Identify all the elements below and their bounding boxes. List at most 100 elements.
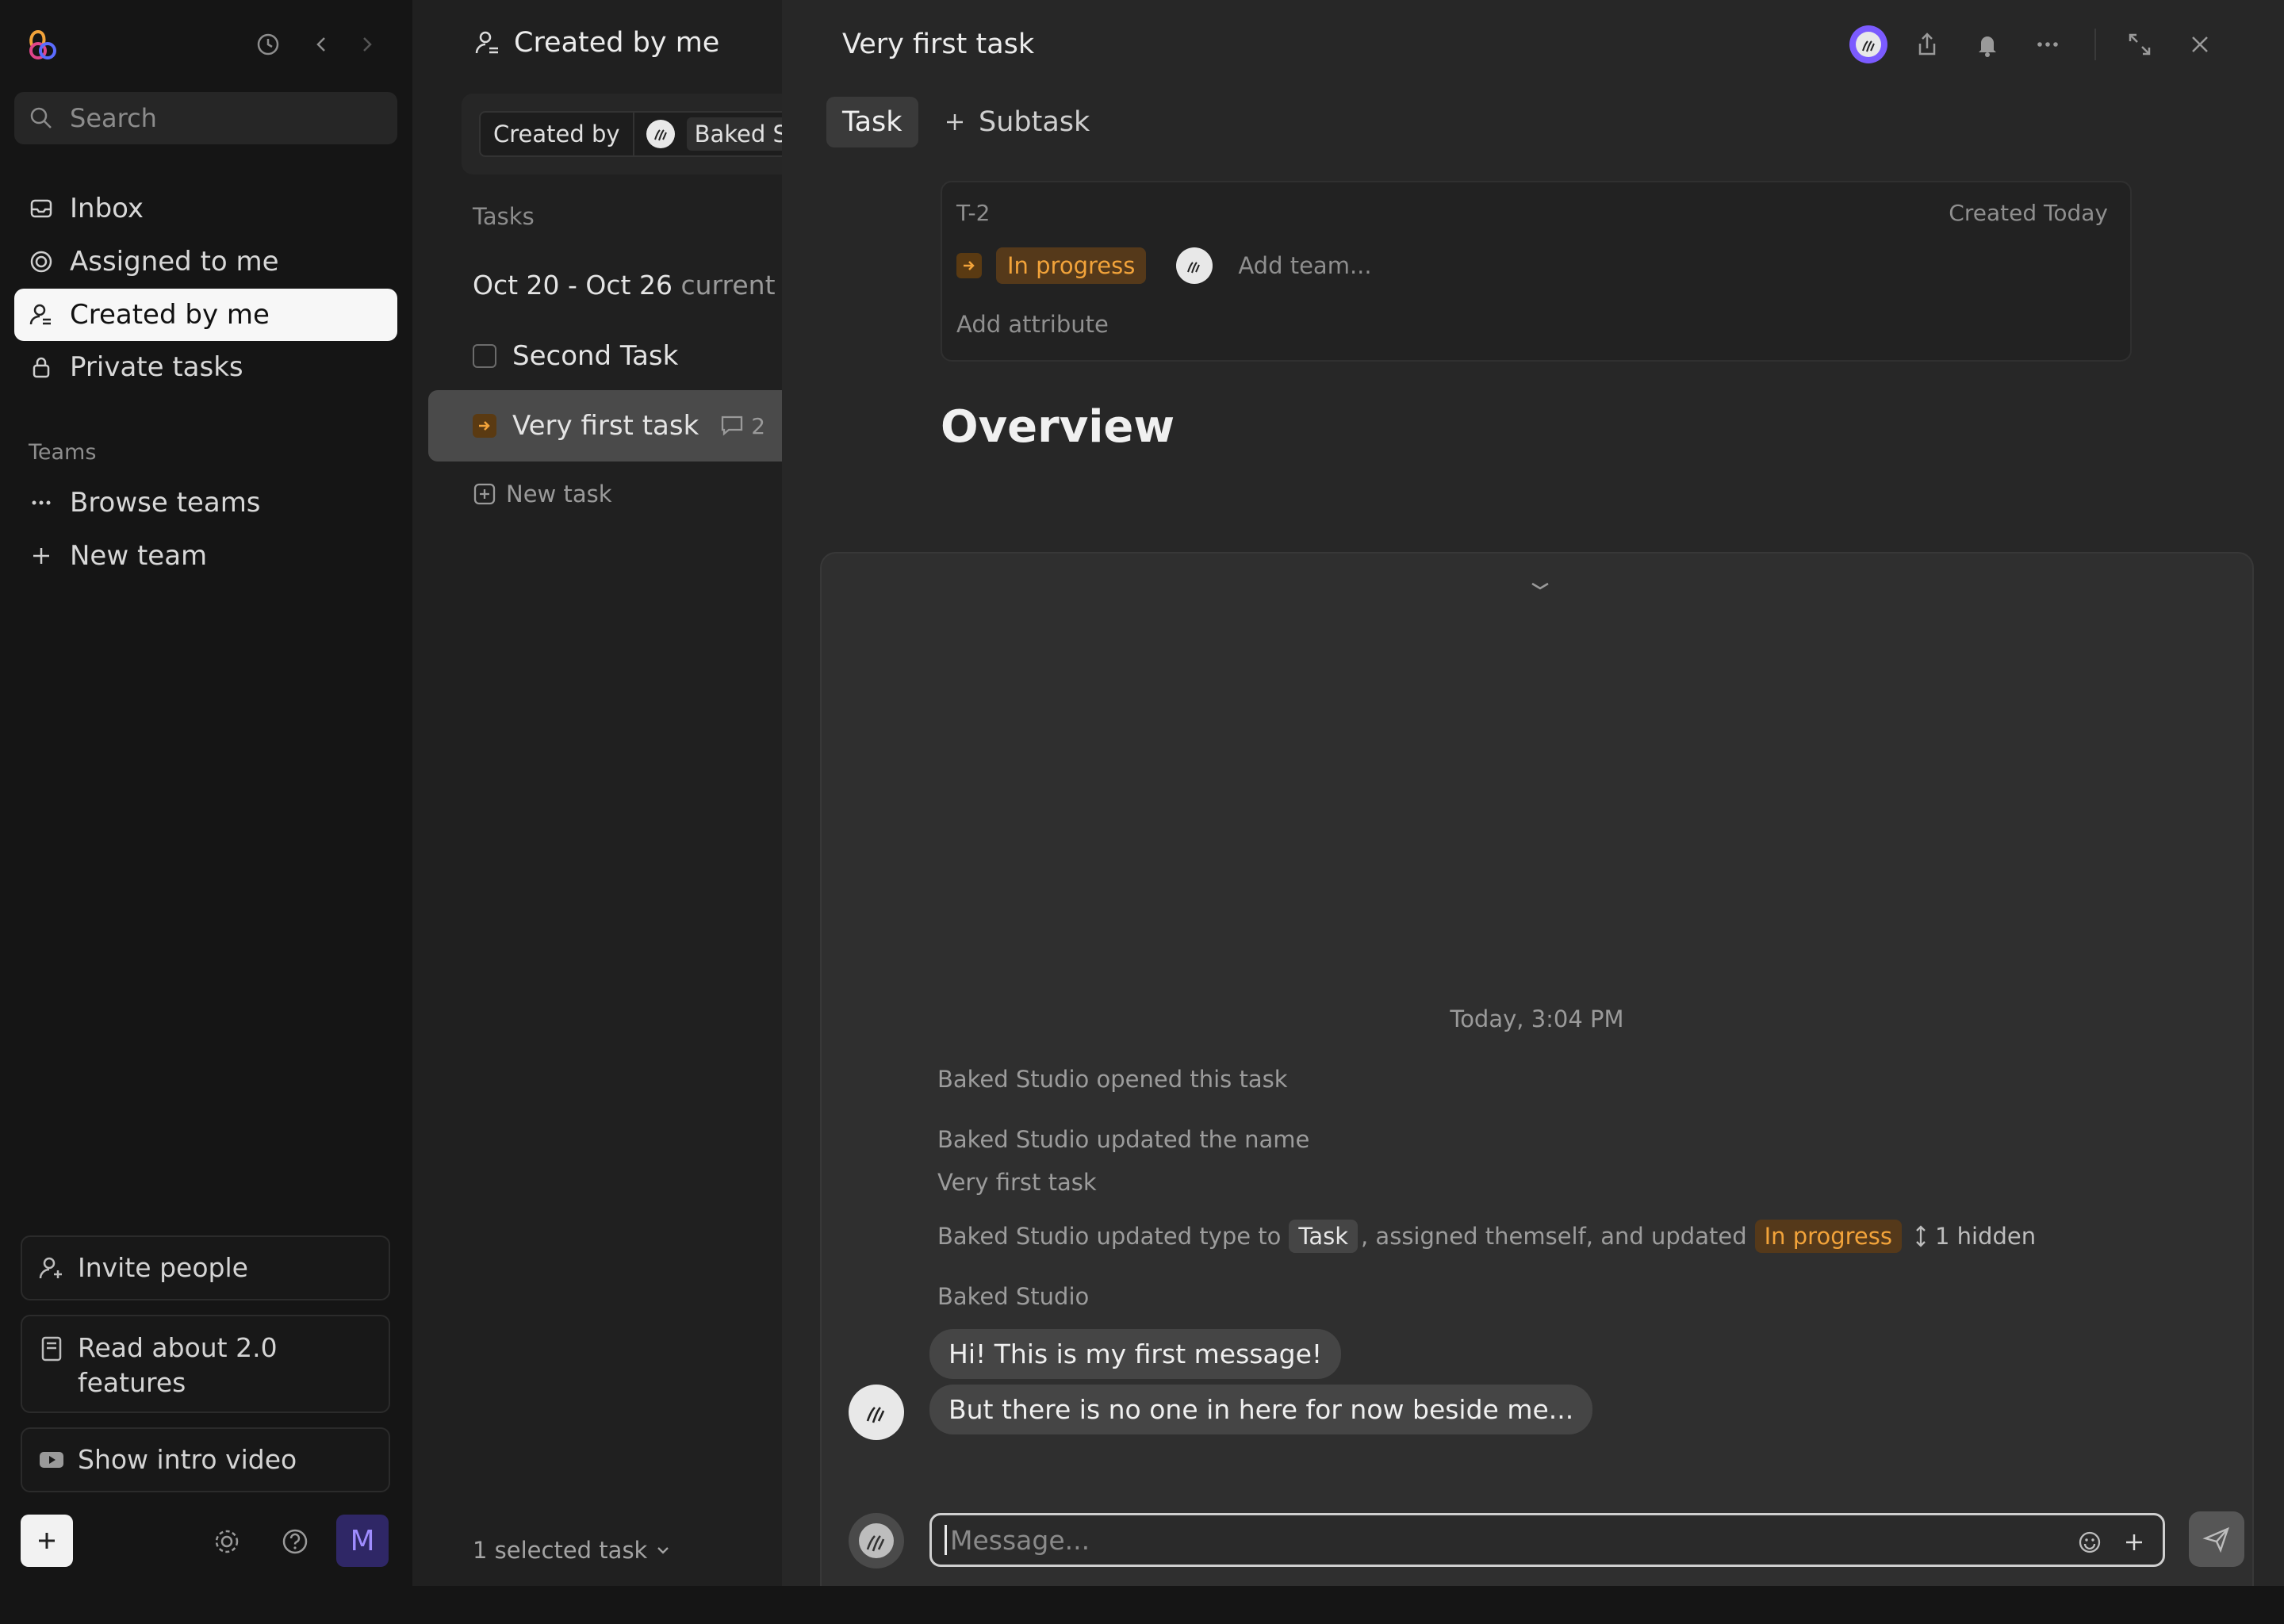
expand-vertical-icon <box>1913 1224 1929 1249</box>
comment-icon <box>719 414 745 438</box>
message-bubble[interactable]: But there is no one in here for now besi… <box>929 1385 1593 1434</box>
settings-gear-icon[interactable] <box>209 1524 244 1559</box>
assignee-avatar[interactable] <box>1849 25 1887 63</box>
week-group-header[interactable]: Oct 20 - Oct 26 current week <box>473 270 782 301</box>
message-author: Baked Studio <box>937 1283 1090 1310</box>
text-caret <box>945 1525 947 1555</box>
avatar <box>646 119 676 149</box>
activity-entry: Baked Studio opened this task <box>937 1066 1288 1093</box>
in-progress-status-icon[interactable] <box>473 414 496 438</box>
message-input[interactable]: Message... <box>929 1513 2165 1567</box>
emoji-icon[interactable] <box>2074 1526 2106 1558</box>
task-row[interactable]: Second Task <box>428 320 782 392</box>
comment-count-value: 2 <box>751 412 766 439</box>
add-team-button[interactable]: Add team... <box>1238 252 1371 279</box>
avatar <box>849 1385 904 1440</box>
user-avatar[interactable]: M <box>336 1515 389 1567</box>
tasks-column-header: Tasks <box>473 203 535 230</box>
plus-icon <box>35 1529 59 1553</box>
sidebar-item-private-tasks[interactable]: Private tasks <box>14 341 397 393</box>
sidebar-item-label: Browse teams <box>70 487 261 519</box>
avatar <box>849 1513 904 1568</box>
activity-entry: Baked Studio updated the name <box>937 1126 1310 1153</box>
back-arrow-icon[interactable] <box>306 29 338 60</box>
sidebar-item-new-team[interactable]: New team <box>14 530 397 582</box>
chevron-down-icon[interactable] <box>1526 579 1554 595</box>
invite-people-label: Invite people <box>78 1252 248 1283</box>
read-about-features-button[interactable]: Read about 2.0 features <box>21 1315 390 1413</box>
activity-entry-value: Very first task <box>937 1169 1097 1196</box>
forward-arrow-icon[interactable] <box>351 29 382 60</box>
share-icon[interactable] <box>1908 25 1946 63</box>
target-icon <box>29 249 54 274</box>
sidebar-item-browse-teams[interactable]: Browse teams <box>14 477 397 529</box>
expand-icon[interactable] <box>2121 25 2159 63</box>
new-task-button[interactable]: New task <box>473 481 612 508</box>
app-logo-icon[interactable] <box>27 24 59 63</box>
comment-count: 2 <box>719 413 765 439</box>
task-title[interactable]: Very first task <box>842 29 1034 60</box>
task-row-selected[interactable]: Very first task 2 <box>428 390 782 462</box>
activity-text: Baked Studio updated type to <box>937 1223 1282 1250</box>
send-button[interactable] <box>2189 1511 2244 1567</box>
status-badge[interactable]: In progress <box>996 247 1147 284</box>
plus-icon <box>29 543 54 569</box>
sidebar-item-created-by-me[interactable]: Created by me <box>14 289 397 341</box>
selected-count-label: 1 selected task <box>473 1537 648 1564</box>
sidebar-item-label: New team <box>70 540 208 572</box>
task-name: Second Task <box>512 340 679 372</box>
hidden-count: 1 hidden <box>1934 1223 2037 1250</box>
selected-count-dropdown[interactable]: 1 selected task <box>473 1537 671 1564</box>
task-id: T-2 <box>956 200 991 226</box>
list-title-label: Created by me <box>514 27 720 59</box>
add-user-icon <box>38 1254 65 1281</box>
task-checkbox[interactable] <box>473 344 496 368</box>
search-placeholder: Search <box>70 103 157 133</box>
sidebar-item-assigned[interactable]: Assigned to me <box>14 236 397 288</box>
week-range: Oct 20 - Oct 26 <box>473 270 673 301</box>
sidebar-item-inbox[interactable]: Inbox <box>14 182 397 235</box>
intro-video-label: Show intro video <box>78 1444 297 1475</box>
task-name: Very first task <box>512 410 699 442</box>
bell-icon[interactable] <box>1968 25 2006 63</box>
more-options-icon[interactable] <box>2029 25 2067 63</box>
filter-value: Baked Studio <box>686 117 782 151</box>
task-detail-panel: Very first task Task Subtask T-2 Created… <box>782 0 2284 1586</box>
show-intro-video-button[interactable]: Show intro video <box>21 1427 390 1492</box>
close-icon[interactable] <box>2181 25 2219 63</box>
search-input[interactable]: Search <box>14 92 397 144</box>
task-list-panel: Created by me Created by Baked Studio Ta… <box>412 0 782 1586</box>
tab-subtask-label: Subtask <box>979 106 1090 138</box>
create-button[interactable] <box>21 1515 73 1567</box>
activity-timestamp: Today, 3:04 PM <box>1450 1005 1624 1032</box>
type-tag: Task <box>1289 1220 1358 1253</box>
message-bubble[interactable]: Hi! This is my first message! <box>929 1329 1342 1379</box>
video-icon <box>38 1446 65 1473</box>
show-hidden-button[interactable]: 1 hidden <box>1913 1223 2036 1250</box>
sidebar: Search Inbox Assigned to me Created by m… <box>0 0 412 1624</box>
help-icon[interactable] <box>278 1524 312 1559</box>
assignee-avatar[interactable] <box>1176 247 1213 284</box>
status-tag: In progress <box>1754 1220 1902 1253</box>
attach-plus-icon[interactable] <box>2118 1526 2150 1558</box>
overview-heading[interactable]: Overview <box>941 401 1175 453</box>
add-attribute-button[interactable]: Add attribute <box>956 311 1109 338</box>
header-divider <box>2094 29 2096 60</box>
search-icon <box>29 105 54 131</box>
in-progress-status-icon[interactable] <box>956 253 982 278</box>
inbox-icon <box>29 196 54 221</box>
history-icon[interactable] <box>252 29 284 60</box>
send-icon <box>2202 1524 2232 1554</box>
created-by-filter[interactable]: Created by Baked Studio <box>479 111 782 157</box>
chevron-down-icon <box>655 1542 671 1558</box>
tab-add-subtask[interactable]: Subtask <box>944 97 1090 147</box>
list-title: Created by me <box>474 27 719 59</box>
sidebar-item-label: Private tasks <box>70 351 243 383</box>
attributes-row: In progress Add team... <box>956 247 1372 284</box>
tab-task[interactable]: Task <box>826 97 918 147</box>
filter-key: Created by <box>481 113 634 155</box>
invite-people-button[interactable]: Invite people <box>21 1235 390 1300</box>
attributes-card: T-2 Created Today In progress Add team..… <box>941 181 2132 362</box>
user-icon <box>474 29 501 56</box>
sidebar-item-label: Inbox <box>70 193 144 224</box>
